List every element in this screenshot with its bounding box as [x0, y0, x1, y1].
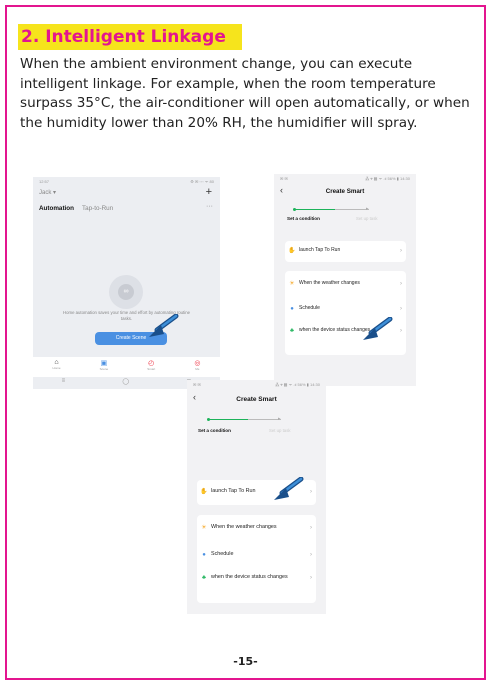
sun-icon: ☀	[289, 281, 295, 287]
pointer-arrow-icon	[149, 314, 179, 337]
clock-icon: ●	[202, 552, 206, 558]
chevron-right-icon: ›	[310, 488, 312, 495]
chevron-right-icon: ›	[400, 280, 402, 287]
profile-icon: ◎	[194, 360, 201, 367]
chevron-right-icon: ›	[310, 552, 312, 558]
scene-icon: ▣	[100, 360, 108, 367]
pointer-arrow-icon	[274, 477, 304, 500]
option-label: When the weather changes	[211, 523, 277, 530]
home-icon: ⌂	[54, 359, 59, 366]
tab-label: Home	[52, 366, 61, 370]
section-title: 2. Intelligent Linkage	[18, 24, 242, 50]
screenshot-automation-empty: 12:57 ⚙ ✉ ◦◦◦ ᯤ 80 Jack ▾ + Automation T…	[33, 177, 220, 389]
pointer-arrow-icon	[363, 317, 393, 340]
manual-page: 2. Intelligent Linkage When the ambient …	[5, 5, 486, 680]
device-icon: ♣	[202, 575, 206, 581]
step-arrow-icon: ▸	[278, 416, 281, 422]
tab-home[interactable]: ⌂ Home	[53, 357, 61, 377]
tab-automation[interactable]: Automation	[39, 205, 74, 212]
option-label: Schedule	[299, 305, 320, 312]
chevron-right-icon: ›	[400, 247, 402, 254]
status-time: 12:57	[39, 179, 50, 184]
tab-label: Smart	[147, 367, 156, 371]
home-nav-icon[interactable]: ◯	[122, 378, 129, 388]
page-number: -15-	[233, 655, 258, 668]
bottom-tab-bar: ⌂ Home ▣ Scene ◴ Smart ◎ Me	[33, 357, 220, 377]
step-arrow-icon: ▸	[366, 206, 369, 212]
step-set-condition: Set a condition	[198, 428, 231, 433]
option-label: When the weather changes	[299, 279, 360, 286]
clock-icon: ●	[290, 306, 294, 312]
chevron-right-icon: ›	[310, 575, 312, 581]
tab-scene[interactable]: ▣ Scene	[100, 357, 109, 377]
chevron-right-icon: ›	[400, 306, 402, 312]
condition-card: ☀ When the weather changes › ● Schedule …	[197, 515, 316, 603]
recent-apps-icon[interactable]: ≡	[62, 378, 66, 388]
section-paragraph: When the ambient environment change, you…	[20, 56, 470, 131]
option-weather[interactable]: ☀ When the weather changes ›	[285, 280, 406, 287]
option-weather[interactable]: ☀ When the weather changes ›	[197, 524, 316, 531]
tab-tap-to-run[interactable]: Tap-to-Run	[82, 205, 113, 212]
option-schedule[interactable]: ● Schedule ›	[285, 306, 406, 312]
tab-smart[interactable]: ◴ Smart	[147, 357, 155, 377]
chevron-right-icon: ›	[400, 328, 402, 334]
option-label: Schedule	[211, 551, 234, 558]
option-device-status[interactable]: ♣ when the device status changes ›	[197, 575, 316, 581]
status-bar: 12:57 ⚙ ✉ ◦◦◦ ᯤ 80	[39, 179, 214, 185]
step-set-up-task: Set up task	[356, 216, 378, 221]
link-icon: ∞	[118, 284, 134, 300]
device-icon: ♣	[290, 328, 294, 334]
screenshot-create-smart-1: ✉ ✉ ⁂ ⌖ ▩ ᯤ .ıl 56% ▮ 14:30 ‹ Create Sma…	[274, 174, 416, 386]
scene-tabs: Automation Tap-to-Run	[39, 205, 113, 212]
tab-label: Scene	[99, 367, 109, 371]
tab-label: Me	[195, 367, 200, 371]
step-set-condition: Set a condition	[287, 216, 320, 221]
empty-state-illustration: ∞	[109, 275, 143, 309]
chevron-right-icon: ›	[310, 524, 312, 531]
option-label: launch Tap To Run	[299, 246, 341, 253]
step-indicator: ▸	[274, 174, 416, 234]
hand-icon: ✋	[288, 248, 296, 254]
option-schedule[interactable]: ● Schedule ›	[197, 552, 316, 558]
option-card-tap-to-run[interactable]: ✋ launch Tap To Run ›	[285, 241, 406, 262]
tab-me[interactable]: ◎ Me	[194, 357, 200, 377]
step-set-up-task: Set up task	[269, 428, 291, 433]
add-icon[interactable]: +	[206, 186, 212, 198]
status-icons: ⚙ ✉ ◦◦◦ ᯤ 80	[190, 179, 214, 184]
option-label: when the device status changes	[211, 574, 288, 581]
screenshot-create-smart-2: ✉ ✉ ⁂ ⌖ ▩ ᯤ .ıl 56% ▮ 14:30 ‹ Create Sma…	[187, 380, 326, 614]
home-selector[interactable]: Jack ▾	[39, 189, 56, 196]
sun-icon: ☀	[201, 525, 207, 531]
more-icon[interactable]: ···	[206, 203, 213, 210]
smart-icon: ◴	[148, 360, 155, 367]
hand-icon: ✋	[200, 489, 208, 495]
